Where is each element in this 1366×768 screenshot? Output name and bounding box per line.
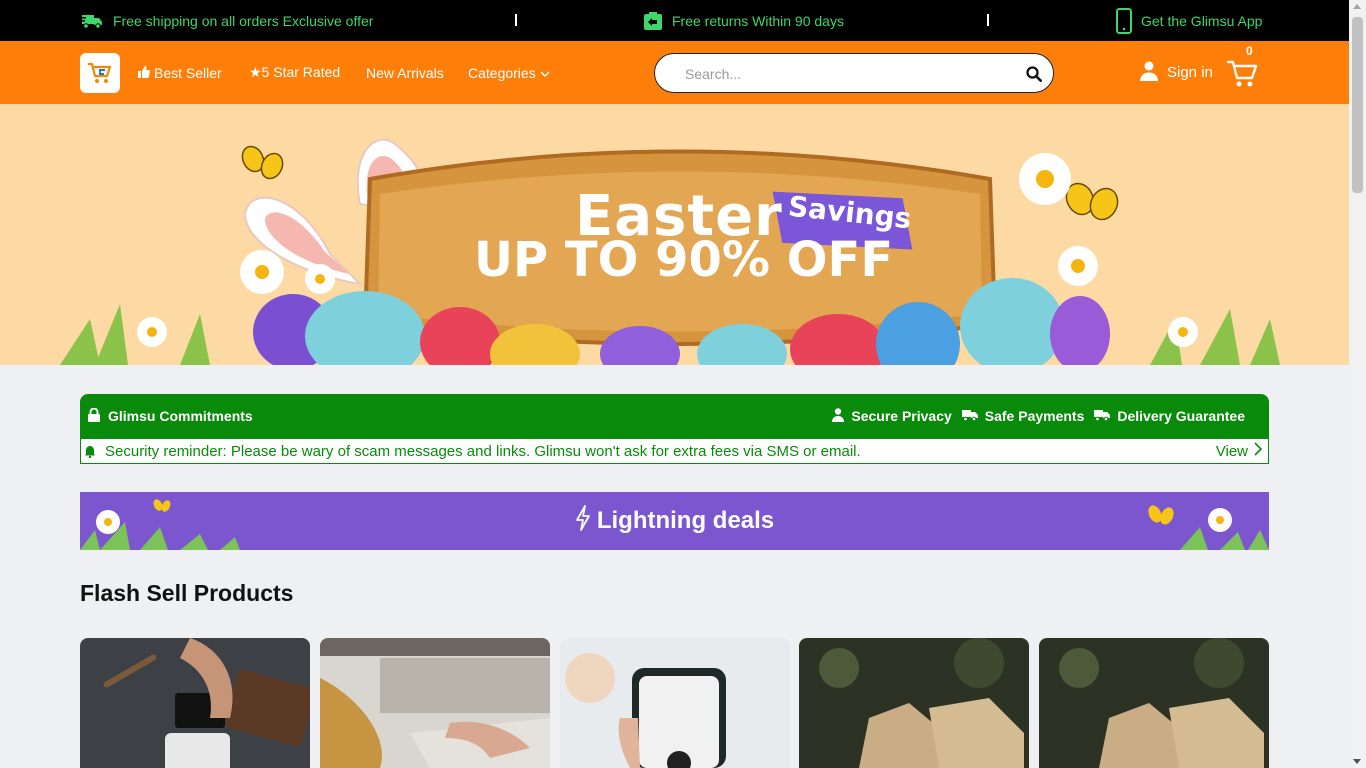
page-scrollbar[interactable]: [1349, 0, 1366, 768]
product-card[interactable]: [1039, 638, 1269, 768]
product-grid: [80, 638, 1269, 768]
nav-new-arrivals-label: New Arrivals: [366, 64, 444, 81]
bell-icon: [85, 445, 95, 462]
mobile-phone-icon: [1116, 7, 1132, 34]
chevron-right-icon: [1254, 442, 1263, 460]
sign-in-button[interactable]: Sign in: [1140, 41, 1213, 104]
commitments-title: Glimsu Commitments: [88, 394, 253, 438]
nav-categories-label: Categories: [468, 64, 536, 81]
nav-five-star-label: ★5 Star Rated: [249, 64, 341, 80]
shopping-cart-logo-icon: [88, 62, 112, 83]
lightning-bolt-icon: [575, 504, 591, 538]
sign-in-label: Sign in: [1167, 64, 1213, 81]
search-icon[interactable]: [1025, 65, 1043, 83]
user-shield-icon: [832, 407, 845, 425]
tan-boots-photo: [1039, 638, 1269, 768]
nav-categories[interactable]: Categories: [468, 41, 550, 104]
view-reminder-link[interactable]: View: [1215, 442, 1263, 460]
chevron-down-icon: [540, 65, 550, 81]
scrollbar-thumb[interactable]: [1352, 17, 1363, 193]
commitments-header: Glimsu Commitments Secure Privacy Safe P…: [80, 394, 1269, 438]
card-payment-photo: [80, 638, 310, 768]
laptop-typing-photo: [320, 638, 550, 768]
thumbs-up-icon: [138, 65, 150, 81]
product-card[interactable]: [80, 638, 310, 768]
feature-safe-payments: Safe Payments: [961, 408, 1085, 424]
cart-button[interactable]: [1226, 56, 1260, 90]
cart-count-badge: 0: [1246, 44, 1253, 58]
return-box-icon: [643, 11, 663, 31]
scroll-down-arrow[interactable]: [1353, 759, 1361, 764]
product-card[interactable]: [799, 638, 1029, 768]
nav-five-star-rated[interactable]: ★5 Star Rated: [249, 41, 340, 104]
shipping-promo-text: Free shipping on all orders Exclusive of…: [113, 12, 374, 29]
shopping-cart-icon: [1226, 60, 1258, 87]
butterfly-right: [1065, 182, 1119, 221]
commitments-panel: Glimsu Commitments Secure Privacy Safe P…: [80, 394, 1269, 464]
security-reminder: Security reminder: Please be wary of sca…: [80, 438, 1269, 464]
scroll-up-arrow[interactable]: [1353, 4, 1361, 9]
commitments-features: Secure Privacy Safe Payments Delivery Gu…: [832, 394, 1245, 438]
search-input[interactable]: [685, 63, 1005, 85]
product-card[interactable]: [560, 638, 790, 768]
app-promo[interactable]: Get the Glimsu App: [1116, 0, 1262, 41]
lock-icon: [88, 407, 100, 425]
promo-separator: [515, 14, 517, 26]
returns-promo-text: Free returns Within 90 days: [672, 12, 844, 29]
feature-label: Delivery Guarantee: [1117, 408, 1245, 424]
view-label: View: [1215, 442, 1248, 460]
product-card[interactable]: [320, 638, 550, 768]
security-reminder-text: Security reminder: Please be wary of sca…: [105, 443, 861, 460]
phone-in-hand-photo: [560, 638, 790, 768]
tan-boots-photo: [799, 638, 1029, 768]
easter-banner[interactable]: Easter Savings UP TO 90% OFF: [0, 104, 1349, 365]
shipping-promo: Free shipping on all orders Exclusive of…: [80, 0, 373, 41]
returns-promo: Free returns Within 90 days: [643, 0, 844, 41]
feature-secure-privacy: Secure Privacy: [832, 407, 952, 425]
butterfly-left: [241, 145, 284, 180]
nav-new-arrivals[interactable]: New Arrivals: [366, 41, 444, 104]
feature-label: Secure Privacy: [851, 408, 952, 424]
nav-best-seller[interactable]: Best Seller: [138, 41, 222, 104]
lightning-deals-title: Lightning deals: [80, 492, 1269, 550]
commitments-title-label: Glimsu Commitments: [108, 408, 253, 424]
search-box: [654, 53, 1054, 93]
app-promo-text[interactable]: Get the Glimsu App: [1141, 13, 1262, 29]
flash-sell-title: Flash Sell Products: [80, 580, 294, 606]
lightning-deals-banner[interactable]: Lightning deals: [80, 492, 1269, 550]
truck-icon: [961, 408, 978, 424]
truck-icon: [80, 12, 104, 30]
user-icon: [1140, 61, 1158, 85]
truck-icon: [1094, 408, 1111, 424]
nav-best-seller-label: Best Seller: [154, 64, 222, 81]
promo-separator: [987, 14, 989, 26]
promo-bar: Free shipping on all orders Exclusive of…: [0, 0, 1349, 41]
feature-label: Safe Payments: [984, 408, 1085, 424]
lightning-deals-label: Lightning deals: [596, 507, 775, 534]
feature-delivery-guarantee: Delivery Guarantee: [1094, 408, 1245, 424]
site-header: Best Seller ★5 Star Rated New Arrivals C…: [0, 41, 1349, 104]
banner-headline: UP TO 90% OFF: [474, 232, 894, 288]
site-logo[interactable]: [80, 53, 120, 93]
